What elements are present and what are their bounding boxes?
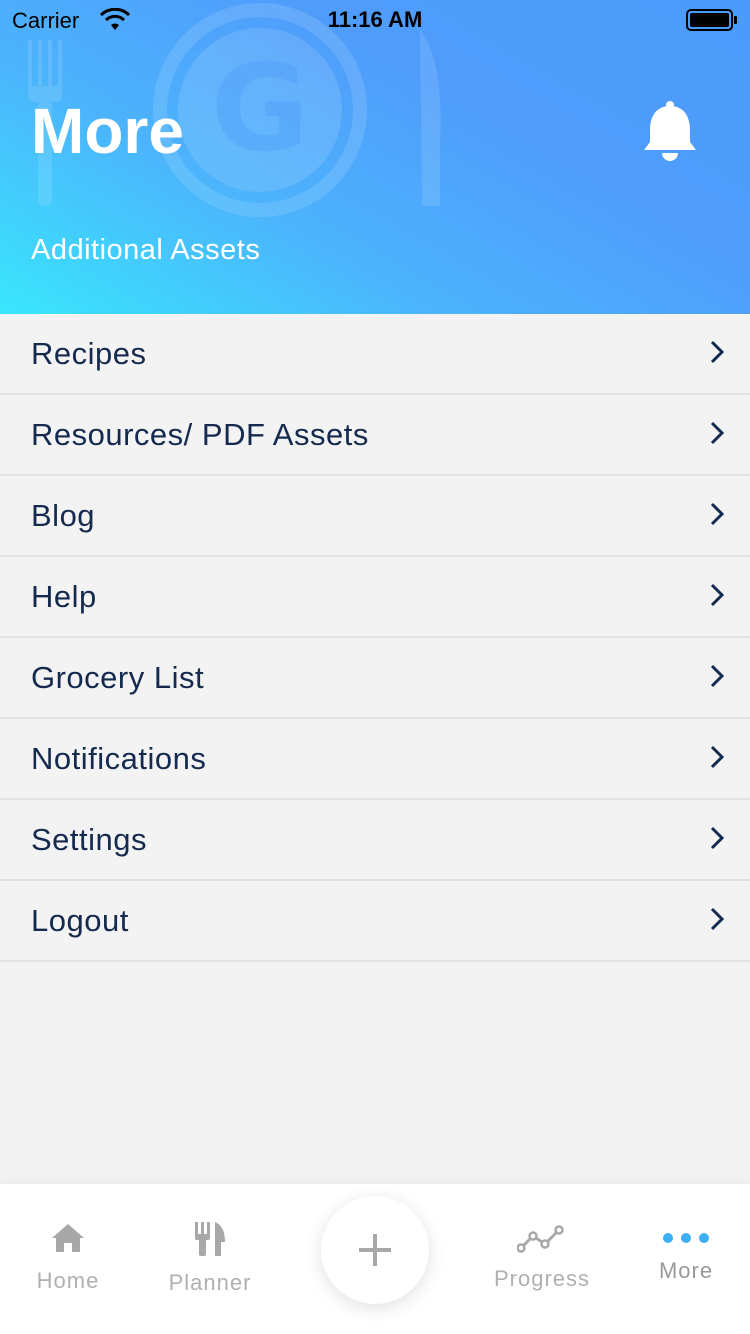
menu-item-grocery-list[interactable]: Grocery List [0,638,750,719]
fork-knife-icon [195,1222,225,1256]
page-title: More [31,95,184,167]
battery-icon [686,9,737,31]
progress-graph-icon [517,1225,564,1253]
chevron-right-icon [710,664,725,688]
menu-item-label: Recipes [31,336,147,371]
add-button[interactable] [321,1196,429,1304]
menu-list: Recipes Resources/ PDF Assets Blog Help … [0,314,750,962]
chevron-right-icon [710,826,725,850]
bell-icon[interactable] [640,100,700,162]
clock: 11:16 AM [327,7,423,32]
menu-item-label: Logout [31,903,129,938]
menu-item-label: Notifications [31,741,207,776]
tab-label: Progress [493,1266,591,1291]
menu-item-blog[interactable]: Blog [0,476,750,557]
page-subtitle: Additional Assets [31,234,261,266]
menu-item-settings[interactable]: Settings [0,800,750,881]
tab-label: More [658,1258,714,1283]
tab-planner[interactable]: Planner [140,1184,280,1334]
menu-item-label: Settings [31,822,148,857]
tab-label: Home [36,1268,100,1293]
menu-item-label: Resources/ PDF Assets [31,417,369,452]
menu-item-recipes[interactable]: Recipes [0,314,750,395]
home-icon [52,1224,84,1252]
menu-item-resources[interactable]: Resources/ PDF Assets [0,395,750,476]
more-dots-icon [663,1233,709,1243]
tab-more[interactable]: More [626,1184,750,1334]
chevron-right-icon [710,907,725,931]
chevron-right-icon [710,583,725,607]
status-bar: Carrier 11:16 AM [0,0,750,40]
menu-item-label: Help [31,579,97,614]
header: G Carrier 11:16 AM More Additional Asset… [0,0,750,314]
chevron-right-icon [710,502,725,526]
menu-item-label: Grocery List [31,660,205,695]
chevron-right-icon [710,421,725,445]
chevron-right-icon [710,340,725,364]
tab-progress[interactable]: Progress [462,1184,622,1334]
menu-item-logout[interactable]: Logout [0,881,750,962]
tab-home[interactable]: Home [0,1184,136,1334]
chevron-right-icon [710,745,725,769]
svg-text:G: G [211,40,310,179]
menu-item-notifications[interactable]: Notifications [0,719,750,800]
menu-item-label: Blog [31,498,96,533]
menu-item-help[interactable]: Help [0,557,750,638]
tab-label: Planner [168,1270,252,1295]
plus-icon [359,1234,391,1266]
